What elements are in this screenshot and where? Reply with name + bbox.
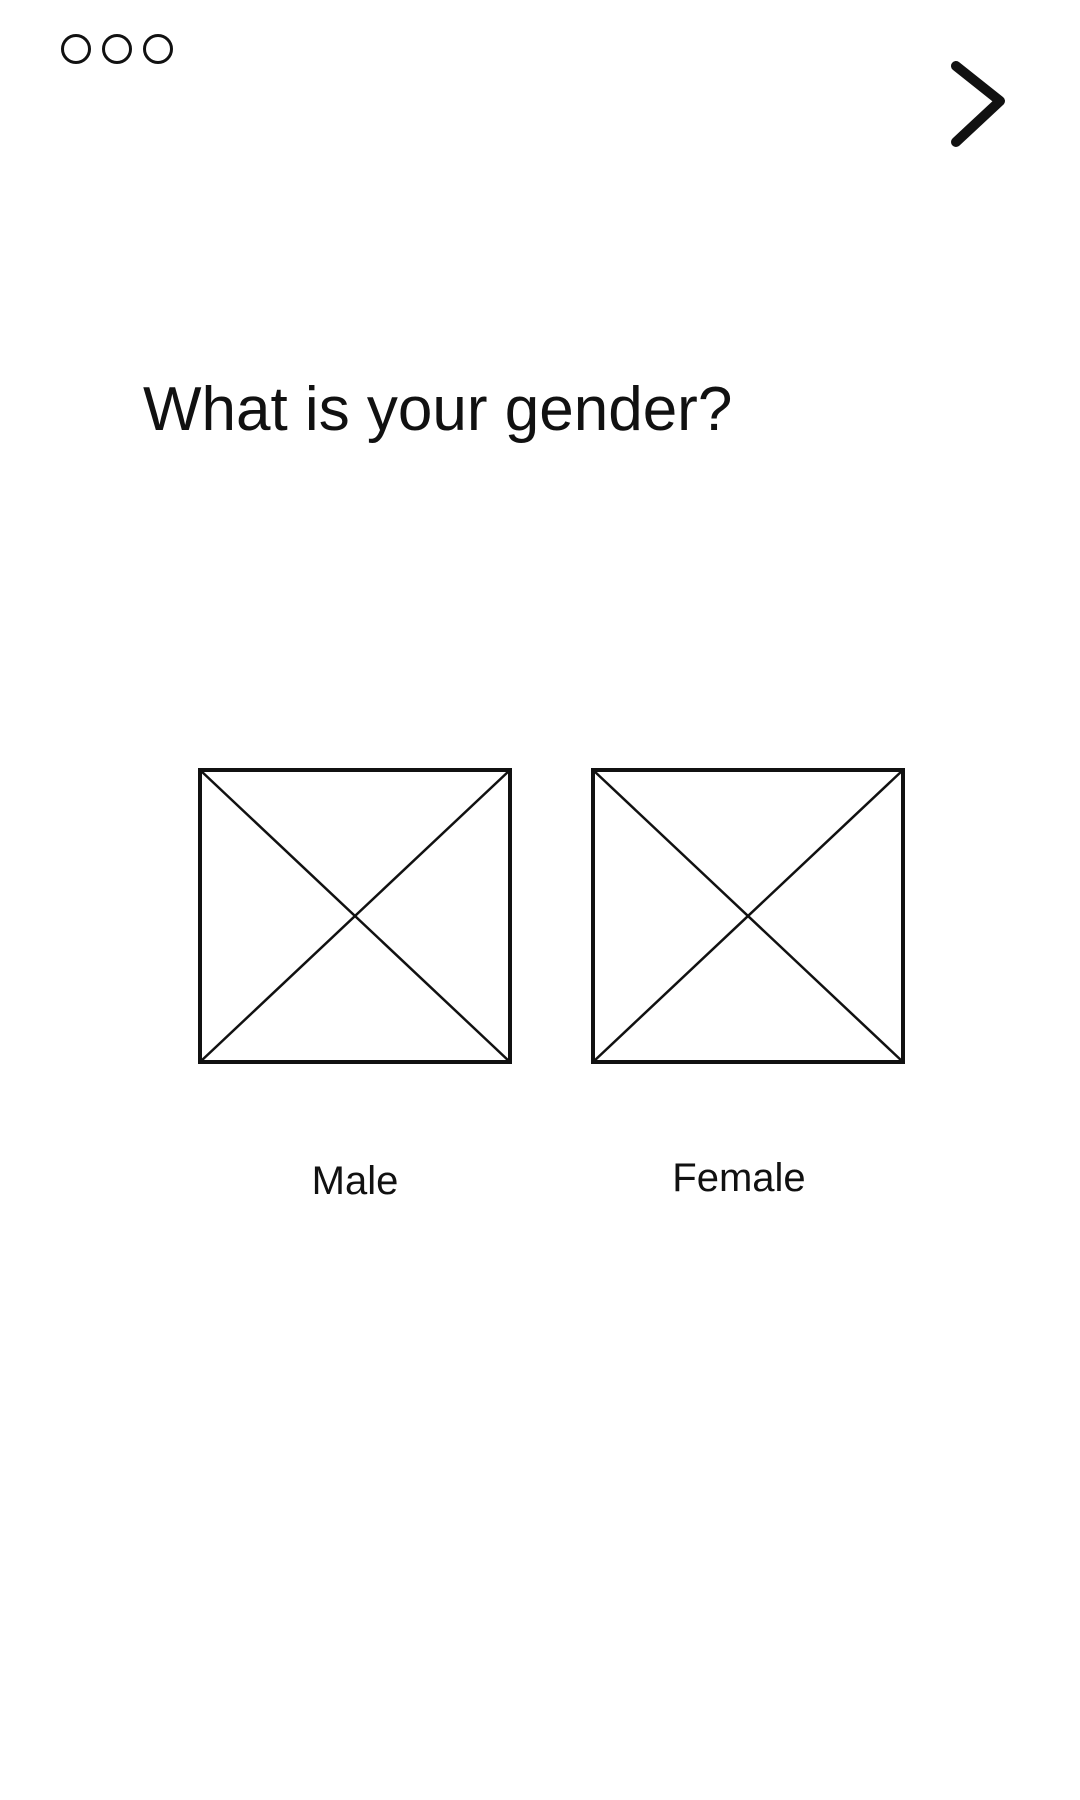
image-placeholder-icon — [591, 768, 905, 1064]
gender-option-label: Male — [311, 1159, 399, 1203]
chevron-right-icon — [951, 61, 1005, 147]
more-dots-icon[interactable] — [61, 34, 173, 68]
dot-circle — [143, 34, 173, 64]
gender-option-female[interactable]: Female — [591, 768, 905, 1208]
gender-option-male[interactable]: Male — [198, 768, 512, 1208]
dot-circle — [102, 34, 132, 64]
dot-circle — [61, 34, 91, 64]
question-title: What is your gender? — [143, 375, 733, 444]
next-button[interactable] — [936, 52, 1016, 152]
gender-option-label: Female — [672, 1156, 806, 1200]
image-placeholder-icon — [198, 768, 512, 1064]
